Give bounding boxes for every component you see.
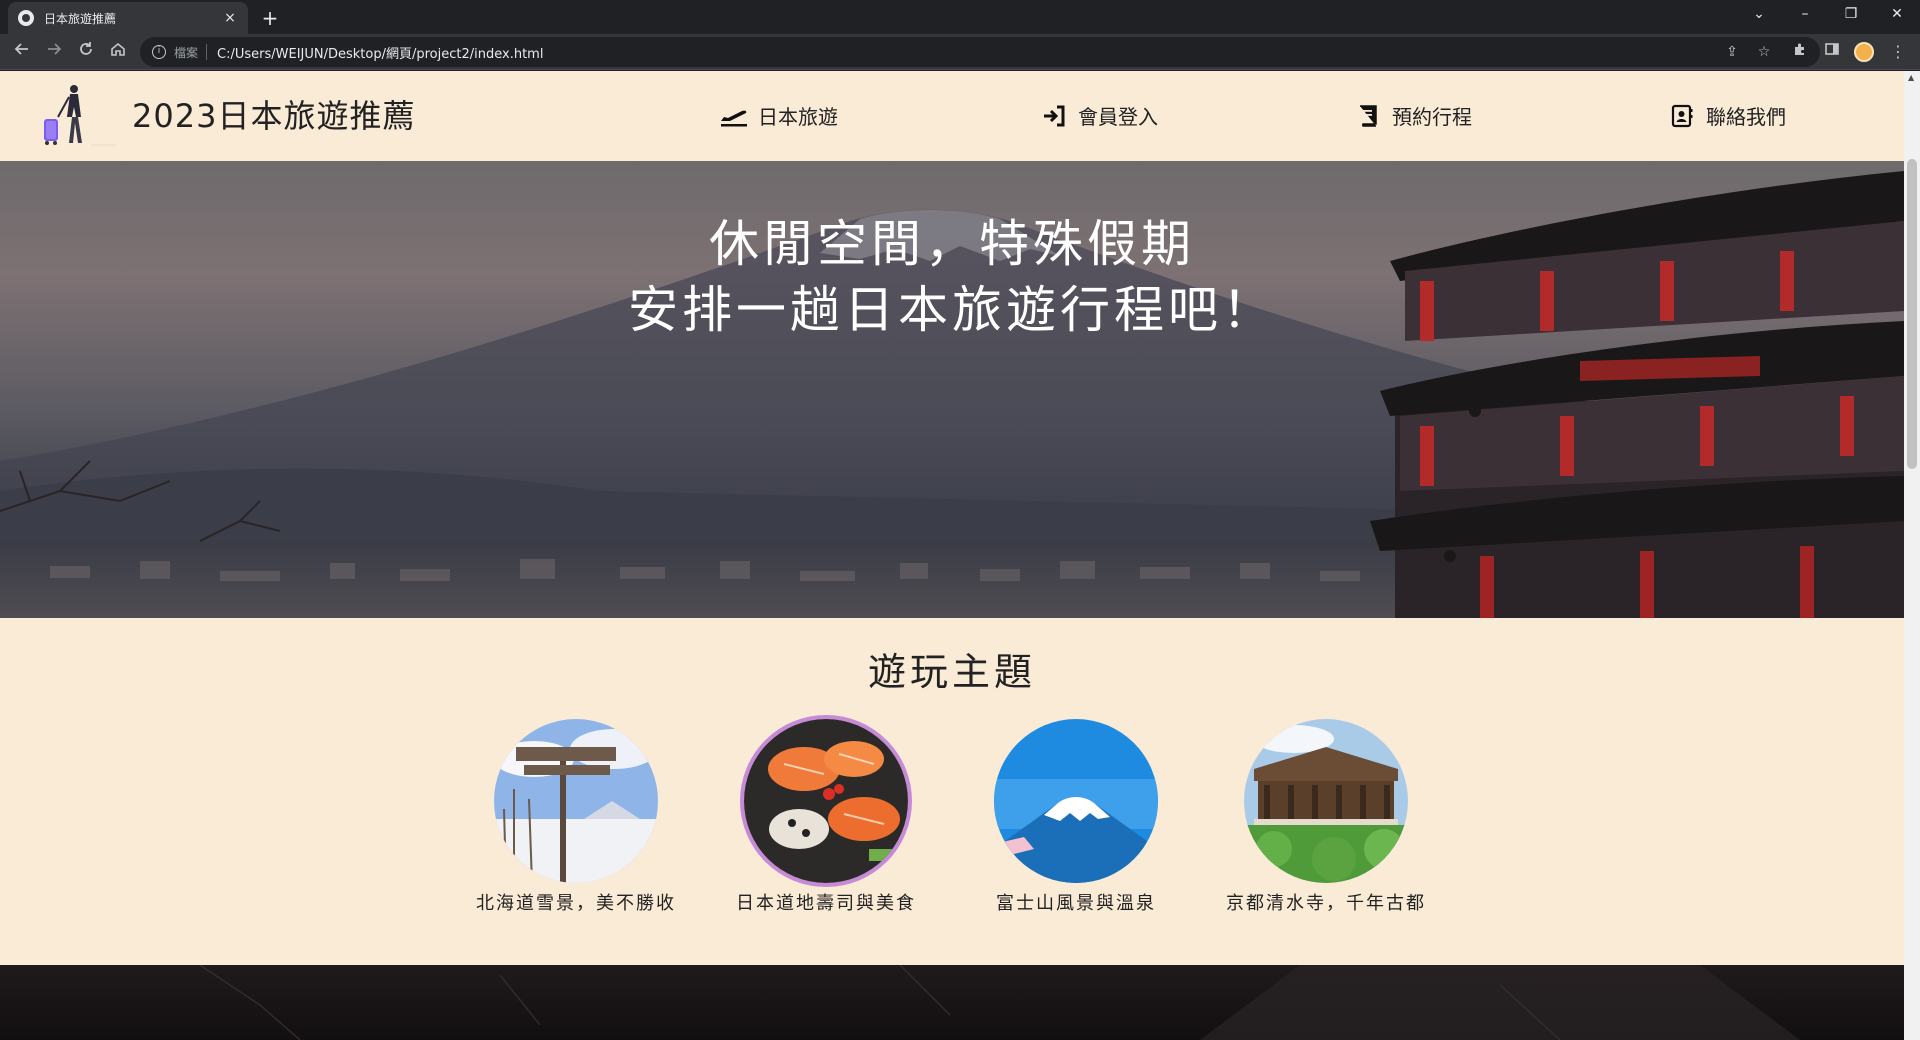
hero-slogan: 休閒空間，特殊假期 安排一趟日本旅遊行程吧！ [0, 211, 1904, 343]
nav-label: 日本旅遊 [758, 105, 838, 129]
web-page: 2023日本旅遊推薦 日本旅遊 會員登入 預約行程 聯絡我們 休閒空間，特殊假期… [0, 71, 1904, 1040]
theme-caption: 日本道地壽司與美食 [736, 893, 916, 914]
restore-button[interactable]: ❐ [1828, 0, 1874, 28]
nav-booking[interactable]: 預約行程 [1354, 101, 1472, 130]
theme-caption: 京都清水寺，千年古都 [1226, 893, 1426, 914]
close-window-button[interactable]: ✕ [1874, 0, 1920, 28]
scroll-up-icon[interactable]: ▲ [1908, 73, 1914, 82]
hero-line-1: 休閒空間，特殊假期 [709, 215, 1195, 273]
menu-kebab-icon[interactable]: ⋮ [1884, 38, 1912, 66]
url-text[interactable]: C:/Users/WEIJUN/Desktop/網頁/project2/inde… [217, 43, 543, 62]
site-title[interactable]: 2023日本旅遊推薦 [132, 91, 415, 137]
hero-line-2: 安排一趟日本旅遊行程吧！ [628, 281, 1276, 339]
forward-icon[interactable] [40, 38, 68, 66]
theme-card-kyoto[interactable]: 京都清水寺，千年古都 [1216, 719, 1436, 915]
extensions-icon[interactable] [1786, 38, 1814, 66]
tab-search-icon[interactable]: ⌄ [1736, 0, 1782, 28]
nav-label: 會員登入 [1078, 105, 1158, 129]
info-icon[interactable]: i [152, 45, 166, 59]
reload-icon[interactable] [72, 38, 100, 66]
browser-toolbar: i 檔案 C:/Users/WEIJUN/Desktop/網頁/project2… [0, 34, 1920, 70]
nav-label: 預約行程 [1392, 105, 1472, 129]
home-icon[interactable] [104, 38, 132, 66]
theme-caption: 富士山風景與溫泉 [996, 893, 1156, 914]
theme-card-hokkaido[interactable]: 北海道雪景，美不勝收 [466, 719, 686, 915]
address-bar[interactable]: i 檔案 C:/Users/WEIJUN/Desktop/網頁/project2… [140, 37, 1820, 67]
minimize-button[interactable]: – [1782, 0, 1828, 28]
dark-temple-image [199, 965, 1800, 1040]
hokkaido-snow-image[interactable] [494, 719, 658, 883]
contact-card-icon [1668, 104, 1696, 128]
kiyomizu-temple-image[interactable] [1244, 719, 1408, 883]
site-header: 2023日本旅遊推薦 日本旅遊 會員登入 預約行程 聯絡我們 [0, 71, 1904, 161]
omnibox-divider [206, 44, 208, 60]
next-section-banner [0, 965, 1904, 1040]
side-panel-icon[interactable] [1818, 38, 1846, 66]
nav-japan-travel[interactable]: 日本旅遊 [720, 101, 838, 130]
tab-close-icon[interactable]: × [222, 10, 238, 26]
browser-tab[interactable]: 日本旅遊推薦 × [8, 2, 248, 34]
sign-in-icon [1040, 104, 1068, 128]
book-icon [1354, 104, 1382, 128]
scrollbar-thumb[interactable] [1907, 159, 1917, 469]
back-icon[interactable] [8, 38, 36, 66]
globe-icon [18, 10, 34, 26]
plane-departure-icon [720, 104, 748, 128]
nav-label: 聯絡我們 [1706, 105, 1786, 129]
bookmark-star-icon[interactable]: ☆ [1750, 37, 1778, 67]
mount-fuji-image[interactable] [994, 719, 1158, 883]
nav-member-login[interactable]: 會員登入 [1040, 101, 1158, 130]
nav-contact-us[interactable]: 聯絡我們 [1668, 101, 1786, 130]
file-scheme-label: 檔案 [174, 45, 199, 60]
tab-title: 日本旅遊推薦 [44, 11, 117, 26]
theme-card-fuji[interactable]: 富士山風景與溫泉 [966, 719, 1186, 915]
new-tab-button[interactable]: + [256, 4, 284, 32]
browser-window: 日本旅遊推薦 × + ⌄ – ❐ ✕ i 檔案 C:/Users/WEIJUN/… [0, 0, 1920, 1040]
profile-avatar[interactable] [1854, 42, 1874, 62]
themes-heading: 遊玩主題 [867, 650, 1036, 694]
theme-caption: 北海道雪景，美不勝收 [476, 893, 676, 914]
tab-bar: 日本旅遊推薦 × + ⌄ – ❐ ✕ [0, 0, 1920, 34]
hero-banner: 休閒空間，特殊假期 安排一趟日本旅遊行程吧！ [0, 161, 1904, 618]
sushi-food-image[interactable] [744, 719, 908, 883]
traveler-logo[interactable] [36, 83, 126, 149]
share-icon[interactable]: ⇪ [1718, 37, 1746, 67]
theme-card-sushi[interactable]: 日本道地壽司與美食 [716, 719, 936, 915]
page-scrollbar[interactable]: ▲ [1904, 71, 1920, 1040]
